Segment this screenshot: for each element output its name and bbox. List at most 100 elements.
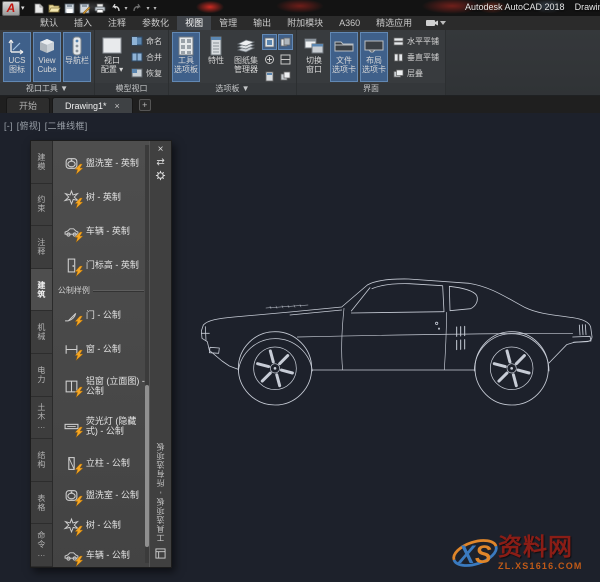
palette-item-vehicle-imperial[interactable]: 车辆 - 英制 [55,214,147,248]
restore-viewports-button[interactable]: 恢复 [128,66,165,80]
car-wireframe-drawing[interactable] [190,251,600,411]
palette-tab-modeling[interactable]: 建模 [31,141,52,184]
undo-icon[interactable] [110,3,121,13]
palette-item-window-metric[interactable]: 窗 - 公制 [55,332,147,366]
palette-tab-civil[interactable]: 土木… [31,396,52,440]
palette-item-tree-imperial[interactable]: 树 - 英制 [55,180,147,214]
palette-item-door-metric[interactable]: 门 - 公制 [55,298,147,332]
ucs-icon [8,35,26,57]
palette-close-icon[interactable]: × [158,144,164,157]
viewport-view-control[interactable]: [俯视] [17,121,41,131]
cascade-windows-button[interactable]: 层叠 [390,66,442,80]
viewport-minimize-control[interactable]: [-] [4,121,13,131]
tab-annotate[interactable]: 注释 [100,16,134,30]
redo-dropdown-icon[interactable]: ▾ [147,5,150,12]
close-drawing-icon[interactable]: × [115,98,120,114]
palette-item-aluminum-window-metric[interactable]: 铝窗 (立面图) - 公制 [55,366,147,406]
visual-styles-button[interactable] [278,51,293,67]
start-tab[interactable]: 开始 [6,97,51,113]
tab-output[interactable]: 输出 [245,16,279,30]
palette-tab-annotation[interactable]: 注释 [31,226,52,269]
panel-label-interface[interactable]: 界面 [297,83,445,95]
calculator-button[interactable] [262,68,277,84]
palette-scrollbar-thumb[interactable] [145,385,150,547]
save-icon[interactable] [64,3,75,14]
viewport-visual-style-control[interactable]: [二维线框] [45,121,88,131]
navigation-bar-button[interactable]: 导航栏 [63,32,91,82]
named-viewports-button[interactable]: 命名 [128,34,165,48]
palette-tab-mechanical[interactable]: 机械 [31,311,52,354]
tab-a360[interactable]: A360 [331,16,368,30]
performance-recorder-button[interactable] [420,16,452,30]
tab-view[interactable]: 视图 [177,16,212,30]
switch-windows-button[interactable]: 切换 窗口 [300,32,328,82]
file-tabs-icon [334,35,354,57]
tile-horizontally-button[interactable]: 水平平铺 [390,34,442,48]
cascade-windows-icon [393,69,404,77]
camera-icon [426,20,439,26]
viewport-controls: [-] [俯视] [二维线框] [4,119,89,132]
tool-palettes-button[interactable]: 工具 选项板 [172,32,200,82]
tab-parametric[interactable]: 参数化 [134,16,177,30]
layout-tabs-button[interactable]: 布局 选项卡 [360,32,388,82]
count-palette-button[interactable] [278,34,293,50]
file-tabs-button[interactable]: 文件 选项卡 [330,32,358,82]
palette-tab-command[interactable]: 命令… [31,524,52,567]
palette-items-area: 盥洗室 - 英制 树 - 英制 车辆 - 英制 门标高 - 英制 公制样例 门 … [52,141,150,567]
viewcube-button[interactable]: View Cube [33,32,61,82]
palette-tab-architectural[interactable]: 建筑 [31,268,52,312]
tile-vertically-button[interactable]: 垂直平铺 [390,50,442,64]
file-tab-bar: 开始 Drawing1* × + [0,96,600,113]
redo-icon[interactable] [132,3,143,13]
plot-icon[interactable] [94,3,106,13]
qat-customize-icon[interactable]: ▾ [154,5,157,12]
sheet-set-manager-button[interactable]: 图纸集 管理器 [232,32,260,82]
new-drawing-tab-button[interactable]: + [138,99,151,111]
palette-item-tree-metric[interactable]: 树 - 公制 [55,510,147,540]
open-file-icon[interactable] [47,3,61,13]
logo-dropdown-icon[interactable]: ▾ [21,4,25,12]
palette-item-vehicle-metric[interactable]: 车辆 - 公制 [55,540,147,567]
palette-title-text: 工具选项板 - 所有选项板 [156,441,166,542]
autocad-window: A ▾ ▾ ▾ ▾ Autodesk AutoCAD 2018Drawing1 … [0,0,600,582]
panel-label-viewport-tools[interactable]: 视口工具 ▼ [0,83,94,95]
palette-tab-tables[interactable]: 表格 [31,481,52,525]
palette-tab-structural[interactable]: 结构 [31,439,52,482]
palette-tab-constraints[interactable]: 约束 [31,183,52,227]
tool-palette-window: 建模 约束 注释 建筑 机械 电力 土木… 结构 表格 命令… 盥洗室 - 英制 [30,140,172,568]
palette-title-bar[interactable]: × ⇄ 工具选项板 - 所有选项板 [149,141,171,567]
palette-item-washbasin-imperial[interactable]: 盥洗室 - 英制 [55,146,147,180]
undo-dropdown-icon[interactable]: ▾ [125,5,128,12]
external-refs-button[interactable] [278,68,293,84]
palette-autohide-icon[interactable]: ⇄ [156,157,164,170]
tab-featured-apps[interactable]: 精选应用 [368,16,420,30]
palette-properties-gear-icon[interactable] [155,170,166,183]
palette-tab-electrical[interactable]: 电力 [31,353,52,397]
palette-item-door-elevation-imperial[interactable]: 门标高 - 英制 [55,248,147,282]
drawing1-tab[interactable]: Drawing1* × [52,97,133,113]
viewport-configuration-button[interactable]: 视口 配置 ▾ [98,32,126,82]
panel-label-model-viewports[interactable]: 模型视口 [95,83,168,95]
ucs-icon-button[interactable]: UCS 图标 [3,32,31,82]
ribbon: UCS 图标 View Cube 导航栏 视口工具 ▼ 视口 配置 ▾ 命名 合… [0,30,600,96]
tab-manage[interactable]: 管理 [211,16,245,30]
palette-item-column-metric[interactable]: 立柱 - 公制 [55,446,147,480]
dynamic-block-bolt-icon [74,555,84,567]
properties-palette-button[interactable]: 特性 [202,32,230,82]
watermark: XS 资料网 ZL.XS1616.COM [446,530,598,576]
save-as-icon[interactable] [79,3,90,14]
panel-label-palettes[interactable]: 选项板 ▼ [169,83,296,95]
blocks-palette-button[interactable] [262,34,277,50]
autocad-logo[interactable]: A [2,0,20,16]
palette-item-washbasin-metric[interactable]: 盥洗室 - 公制 [55,480,147,510]
tab-addins[interactable]: 附加模块 [279,16,331,30]
dynamic-block-bolt-icon [74,525,84,537]
drawing-canvas[interactable]: [-] [俯视] [二维线框] 建模 约束 注释 建筑 机械 电力 土木… 结构… [0,113,600,582]
palette-panel-icon[interactable] [155,546,166,564]
new-file-icon[interactable] [34,3,44,14]
palette-item-fluorescent-light-metric[interactable]: 荧光灯 (隐藏式) - 公制 [55,406,147,446]
tab-insert[interactable]: 插入 [66,16,100,30]
markup-import-button[interactable] [262,51,277,67]
join-viewports-button[interactable]: 合并 [128,50,165,64]
tab-default[interactable]: 默认 [32,16,66,30]
